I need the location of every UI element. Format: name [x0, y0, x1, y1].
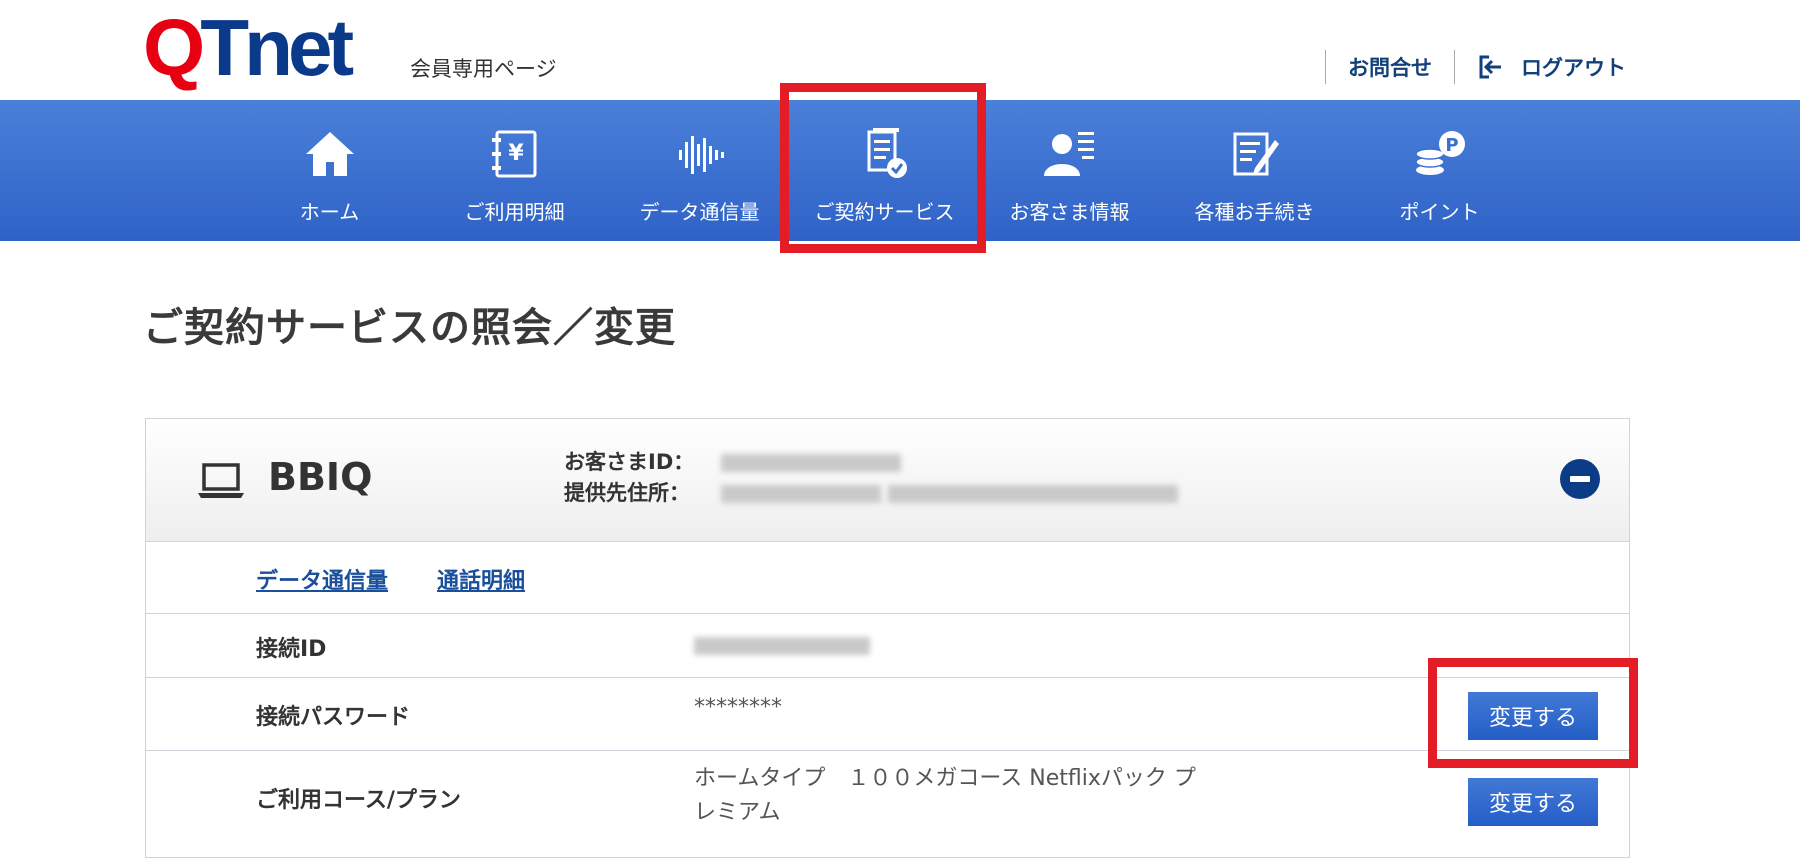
nav-label: ポイント	[1399, 200, 1480, 224]
service-name: BBIQ	[268, 455, 373, 499]
customer-id-value-redacted	[721, 454, 901, 472]
member-page-subtitle: 会員専用ページ	[410, 57, 557, 81]
nav-label: お客さま情報	[1009, 200, 1130, 224]
nav-item-billing[interactable]: ¥ ご利用明細	[422, 100, 607, 241]
header-links: お問合せ ログアウト	[1325, 49, 1648, 85]
logo-tnet: Tnet	[200, 3, 354, 92]
qtnet-logo[interactable]: QTnet	[143, 8, 354, 88]
collapse-minus-button[interactable]	[1560, 459, 1600, 499]
logo-q: Q	[143, 3, 205, 92]
contact-link-label: お問合せ	[1348, 56, 1432, 80]
address-value-redacted	[888, 485, 1178, 503]
course-plan-value-line1: ホームタイプ １００メガコース Netflixパック プ	[694, 766, 1196, 791]
service-links-row: データ通信量 通話明細	[146, 541, 1629, 614]
logout-link[interactable]: ログアウト	[1455, 52, 1648, 82]
svg-text:¥: ¥	[508, 141, 524, 166]
service-card-header: BBIQ お客さまID： 提供先住所：	[146, 419, 1629, 542]
user-info-icon	[1043, 132, 1094, 176]
coins-point-icon: P	[1414, 131, 1465, 175]
nav-item-data-usage[interactable]: データ通信量	[607, 100, 792, 241]
page-title: ご契約サービスの照会／変更	[143, 305, 676, 351]
nav-item-procedures[interactable]: 各種お手続き	[1162, 100, 1347, 241]
nav-item-home[interactable]: ホーム	[237, 100, 422, 241]
service-info-labels: お客さまID： 提供先住所：	[564, 447, 694, 509]
home-icon	[305, 132, 354, 176]
connection-id-value-redacted	[694, 637, 870, 655]
laptop-icon	[198, 463, 244, 498]
address-value-redacted	[721, 485, 881, 503]
contact-link[interactable]: お問合せ	[1326, 52, 1454, 82]
course-plan-label: ご利用コース/プラン	[256, 788, 461, 813]
nav-item-customer-info[interactable]: お客さま情報	[977, 100, 1162, 241]
edit-form-icon	[1233, 132, 1279, 176]
customer-id-label: お客さまID：	[564, 450, 695, 474]
soundwave-icon	[678, 136, 724, 174]
course-plan-value-line2: レミアム	[694, 800, 781, 825]
connection-id-label: 接続ID	[256, 637, 327, 662]
svg-text:P: P	[1445, 135, 1458, 156]
yen-notebook-icon: ¥	[491, 130, 536, 178]
nav-label: ご利用明細	[464, 200, 565, 224]
nav-label: データ通信量	[639, 200, 760, 224]
course-plan-value: ホームタイプ １００メガコース Netflixパック プ レミアム	[694, 762, 1196, 830]
call-details-link[interactable]: 通話明細	[437, 563, 525, 595]
highlight-frame-change-password	[1428, 658, 1638, 768]
connection-password-row: 接続パスワード ******** 変更する	[146, 677, 1629, 751]
change-plan-button[interactable]: 変更する	[1468, 778, 1598, 826]
connection-id-row: 接続ID	[146, 613, 1629, 678]
highlight-frame-contract-nav	[780, 83, 986, 253]
nav-label: 各種お手続き	[1194, 200, 1315, 224]
service-card: BBIQ お客さまID： 提供先住所： データ通信量 通話明細 接続ID 接続パ…	[145, 418, 1630, 858]
connection-password-value: ********	[694, 695, 782, 720]
nav-label: ホーム	[299, 200, 360, 224]
connection-password-label: 接続パスワード	[256, 705, 411, 730]
logout-icon	[1479, 55, 1501, 79]
logout-link-label: ログアウト	[1521, 56, 1626, 80]
nav-item-points[interactable]: P ポイント	[1347, 100, 1532, 241]
course-plan-row: ご利用コース/プラン ホームタイプ １００メガコース Netflixパック プ …	[146, 750, 1629, 860]
address-label: 提供先住所：	[564, 481, 690, 505]
data-usage-link[interactable]: データ通信量	[256, 563, 388, 595]
